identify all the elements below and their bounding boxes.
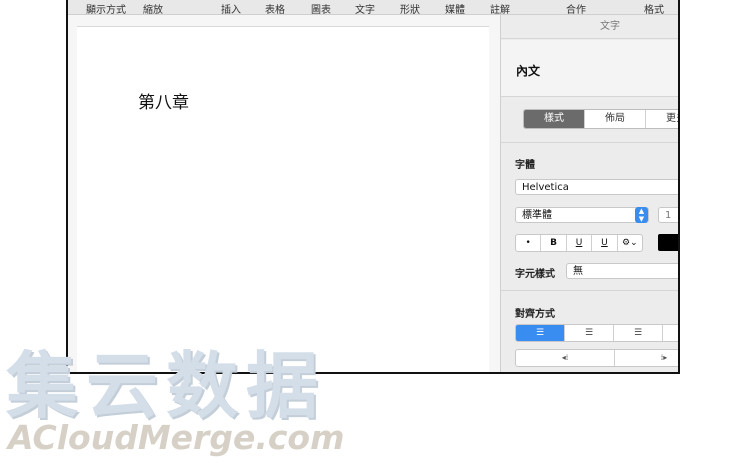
toolbar-format[interactable]: 格式 (644, 1, 664, 16)
char-style-select[interactable]: 無 (566, 263, 678, 279)
toolbar-comment[interactable]: 註解 (490, 1, 510, 16)
font-size-field[interactable]: 1 (658, 207, 678, 223)
increase-indent-icon[interactable]: ⁞▸ (615, 350, 678, 366)
toolbar-media[interactable]: 媒體 (445, 1, 465, 16)
toolbar-collaborate[interactable]: 合作 (566, 1, 586, 16)
align-center-icon[interactable]: ☰ (565, 325, 614, 341)
alignment-buttons: ☰ ☰ ☰ (515, 324, 678, 342)
inspector-title: 文字 (501, 15, 678, 39)
toolbar-shape[interactable]: 形狀 (400, 1, 420, 16)
toolbar-text[interactable]: 文字 (355, 1, 375, 16)
font-family-select[interactable]: Helvetica (515, 179, 678, 195)
char-style-value: 無 (573, 266, 583, 277)
document-heading-text[interactable]: 第八章 (138, 88, 189, 113)
toolbar-insert[interactable]: 插入 (221, 1, 241, 16)
underline-button[interactable]: U (592, 235, 618, 251)
format-inspector: 文字 內文 樣式 佈局 更多 字體 Helvetica 標準體 ▲▼ 1 • B… (500, 15, 678, 372)
decrease-indent-icon[interactable]: ◂⁞ (516, 350, 615, 366)
pages-window: 顯示方式 縮放 插入 表格 圖表 文字 形狀 媒體 註解 合作 格式 第八章 文… (66, 0, 680, 374)
tab-style[interactable]: 樣式 (524, 110, 585, 128)
tab-layout[interactable]: 佈局 (585, 110, 646, 128)
toolbar: 顯示方式 縮放 插入 表格 圖表 文字 形狀 媒體 註解 合作 格式 (68, 0, 678, 16)
chevron-updown-icon: ▲ ▼ (635, 207, 648, 223)
toolbar-chart[interactable]: 圖表 (311, 1, 331, 16)
divider (501, 290, 678, 291)
bullet-button[interactable]: • (516, 235, 542, 251)
divider (501, 142, 678, 143)
paragraph-style-selector[interactable]: 內文 (501, 40, 678, 97)
typeface-select[interactable]: 標準體 ▲ ▼ (515, 207, 649, 223)
tab-more[interactable]: 更多 (646, 110, 678, 128)
inspector-tabs: 樣式 佈局 更多 (523, 109, 678, 129)
paragraph-style-label: 內文 (516, 64, 541, 78)
italic-button[interactable]: U (567, 235, 593, 251)
watermark-logo-en: ACloudMerge.com (8, 418, 345, 457)
watermark-logo-cn: 集云数据 (6, 344, 327, 428)
font-size-value: 1 (665, 210, 672, 221)
align-right-icon[interactable]: ☰ (614, 325, 663, 341)
bold-button[interactable]: B (541, 235, 567, 251)
text-options-gear-icon[interactable]: ⚙︎⌄ (618, 235, 642, 251)
text-format-buttons: • B U U ⚙︎⌄ (515, 234, 643, 252)
text-color-well[interactable] (658, 234, 678, 251)
alignment-section-title: 對齊方式 (515, 309, 555, 320)
toolbar-view[interactable]: 顯示方式 (86, 1, 126, 16)
toolbar-table[interactable]: 表格 (265, 1, 285, 16)
char-style-label: 字元樣式 (515, 269, 555, 280)
document-page[interactable]: 第八章 (77, 26, 489, 372)
font-section-title: 字體 (515, 160, 535, 171)
toolbar-zoom[interactable]: 縮放 (143, 1, 163, 16)
typeface-value: 標準體 (522, 210, 552, 221)
indent-buttons: ◂⁞ ⁞▸ (515, 349, 678, 367)
font-family-value: Helvetica (522, 182, 569, 193)
align-left-icon[interactable]: ☰ (516, 325, 565, 341)
